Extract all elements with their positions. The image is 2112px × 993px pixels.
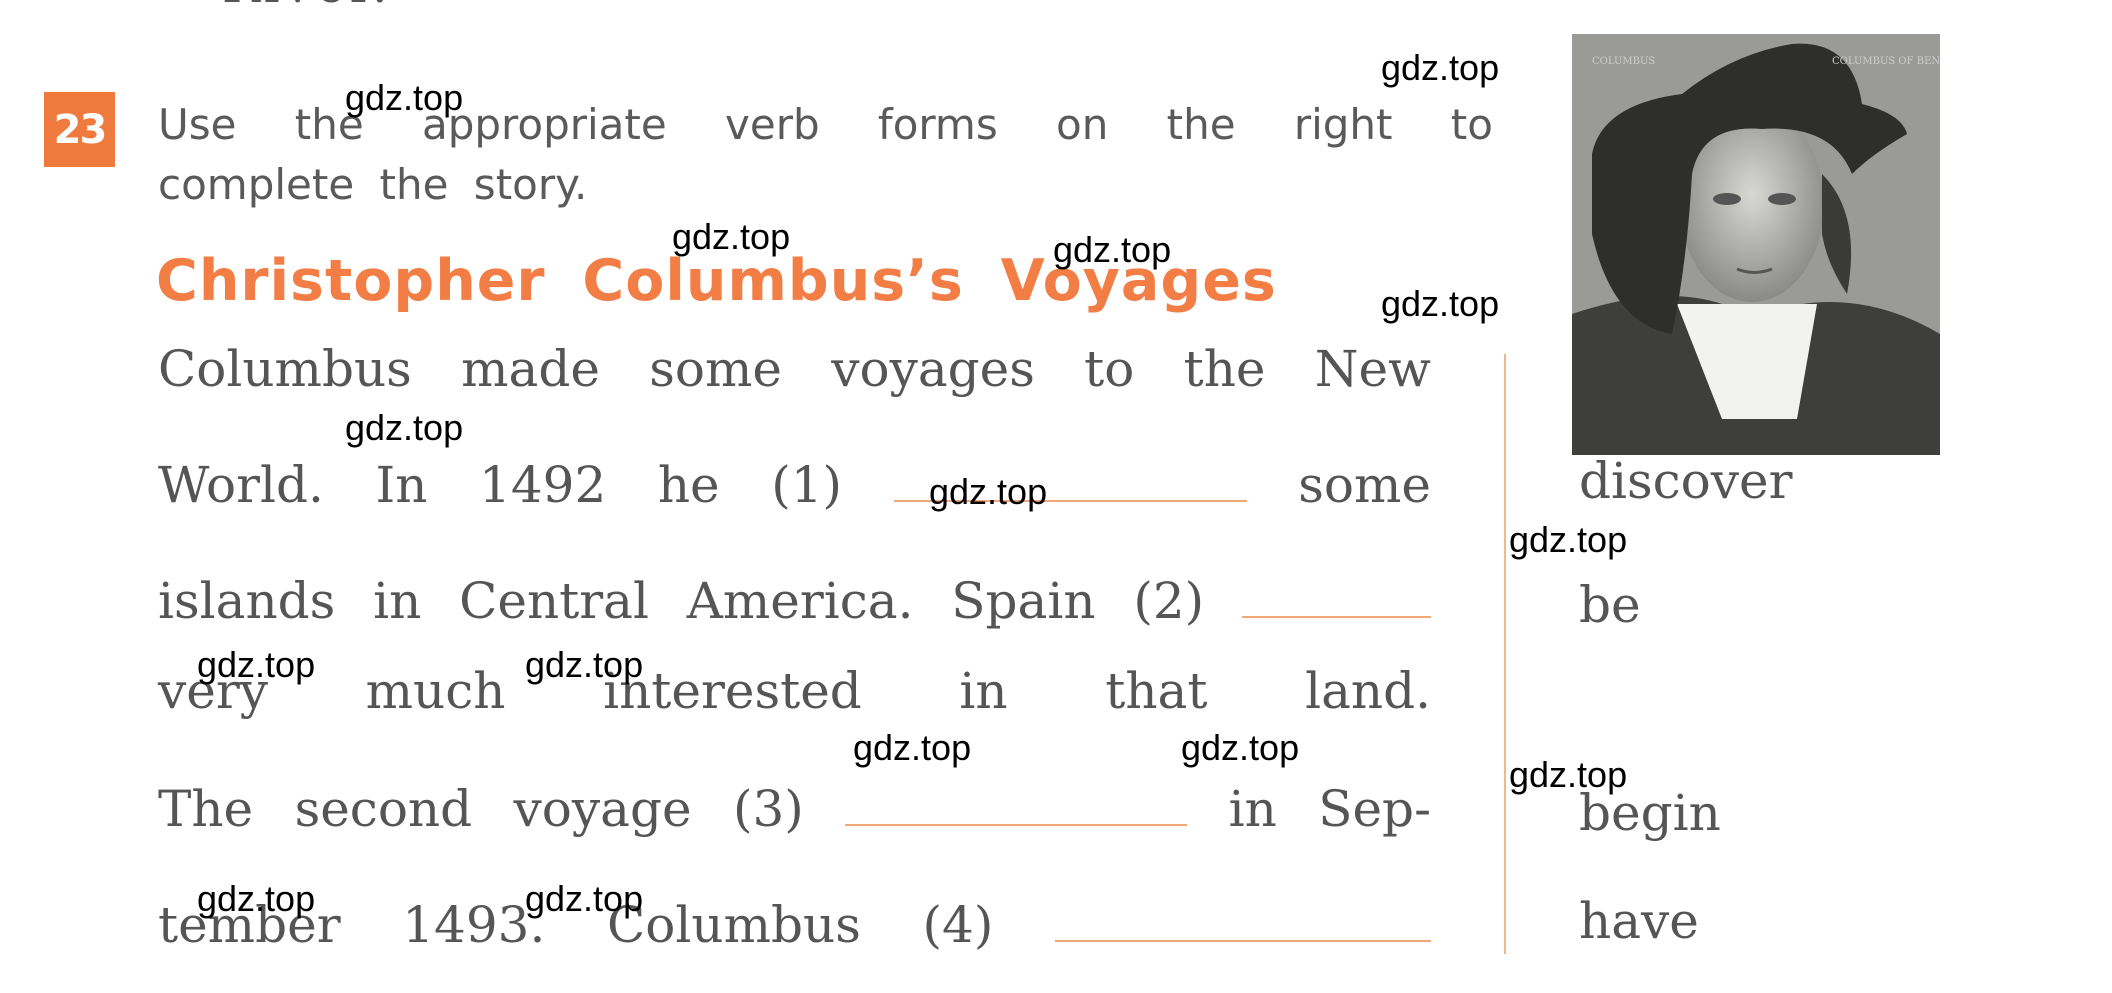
answer-blank-3[interactable] xyxy=(845,823,1188,826)
story-word: he xyxy=(657,456,720,514)
watermark: gdz.top xyxy=(929,471,1048,512)
story-word: in xyxy=(373,572,422,630)
watermark: gdz.top xyxy=(1381,283,1500,324)
story-line: tember 1493. Columbus (4) xyxy=(158,896,1431,954)
story-word: The xyxy=(158,780,254,838)
story-word: Sep- xyxy=(1318,780,1431,838)
story-line: World. In 1492 he (1) some xyxy=(158,456,1431,514)
story-word: in xyxy=(959,662,1008,720)
story-word: some xyxy=(1298,456,1431,514)
previous-exercise-fragment: River. xyxy=(222,0,392,14)
story-word: (4) xyxy=(922,896,994,954)
story-word: the xyxy=(1183,340,1266,398)
story-line: very much interested in that land. xyxy=(158,662,1431,720)
story-line: The second voyage (3) in Sep- xyxy=(158,780,1431,838)
watermark: gdz.top xyxy=(672,216,791,257)
story-word: Central xyxy=(459,572,649,630)
story-line: Columbus made some voyages to the New xyxy=(158,340,1431,398)
watermark: gdz.top xyxy=(525,878,644,919)
verb-option: discover xyxy=(1579,452,1793,510)
answer-blank-4[interactable] xyxy=(1054,939,1431,942)
watermark: gdz.top xyxy=(853,727,972,768)
instruction-word: to xyxy=(1450,100,1493,149)
story-word: land. xyxy=(1305,662,1431,720)
instruction-word: verb xyxy=(725,100,820,149)
divider-line xyxy=(1504,354,1506,954)
columbus-portrait: COLUMBUS COLUMBUS OF BEN xyxy=(1572,34,1940,455)
exercise-number-badge: 23 xyxy=(44,92,115,167)
instruction-word: right xyxy=(1293,100,1393,149)
watermark: gdz.top xyxy=(525,644,644,685)
watermark: gdz.top xyxy=(1509,754,1628,795)
story-word: (3) xyxy=(732,780,804,838)
story-word: some xyxy=(649,340,782,398)
story-word: Columbus xyxy=(158,340,412,398)
story-word: islands xyxy=(158,572,336,630)
watermark: gdz.top xyxy=(1381,47,1500,88)
story-word: America. xyxy=(686,572,914,630)
instruction-word: on xyxy=(1056,100,1109,149)
story-word: voyage xyxy=(513,780,692,838)
story-word: that xyxy=(1105,662,1208,720)
watermark: gdz.top xyxy=(1181,727,1300,768)
story-word: much xyxy=(365,662,506,720)
story-word: second xyxy=(294,780,473,838)
watermark: gdz.top xyxy=(345,77,464,118)
story-word: World. xyxy=(158,456,324,514)
story-word: Columbus xyxy=(607,896,861,954)
verb-option: be xyxy=(1579,576,1641,634)
portrait-caption-left: COLUMBUS xyxy=(1592,56,1655,67)
watermark: gdz.top xyxy=(197,644,316,685)
story-line: islands in Central America. Spain (2) xyxy=(158,572,1431,630)
watermark: gdz.top xyxy=(1509,519,1628,560)
watermark: gdz.top xyxy=(197,878,316,919)
story-word: voyages xyxy=(831,340,1035,398)
story-word: (2) xyxy=(1133,572,1205,630)
story-word: 1493. xyxy=(402,896,546,954)
story-word: in xyxy=(1228,780,1277,838)
story-word: 1492 xyxy=(479,456,607,514)
instruction-word: Use xyxy=(158,100,237,149)
instruction-word: forms xyxy=(877,100,998,149)
verb-option: have xyxy=(1579,892,1699,950)
portrait-caption-right: COLUMBUS OF BEN xyxy=(1832,56,1940,67)
story-word: made xyxy=(461,340,600,398)
instruction-word: the xyxy=(1166,100,1236,149)
story-word: New xyxy=(1314,340,1431,398)
story-word: Spain xyxy=(951,572,1096,630)
instruction-line-2: complete the story. xyxy=(158,160,588,209)
answer-blank-2[interactable] xyxy=(1241,615,1431,618)
story-word: to xyxy=(1084,340,1135,398)
watermark: gdz.top xyxy=(345,407,464,448)
story-word: (1) xyxy=(771,456,843,514)
watermark: gdz.top xyxy=(1053,229,1172,270)
story-word: In xyxy=(375,456,428,514)
